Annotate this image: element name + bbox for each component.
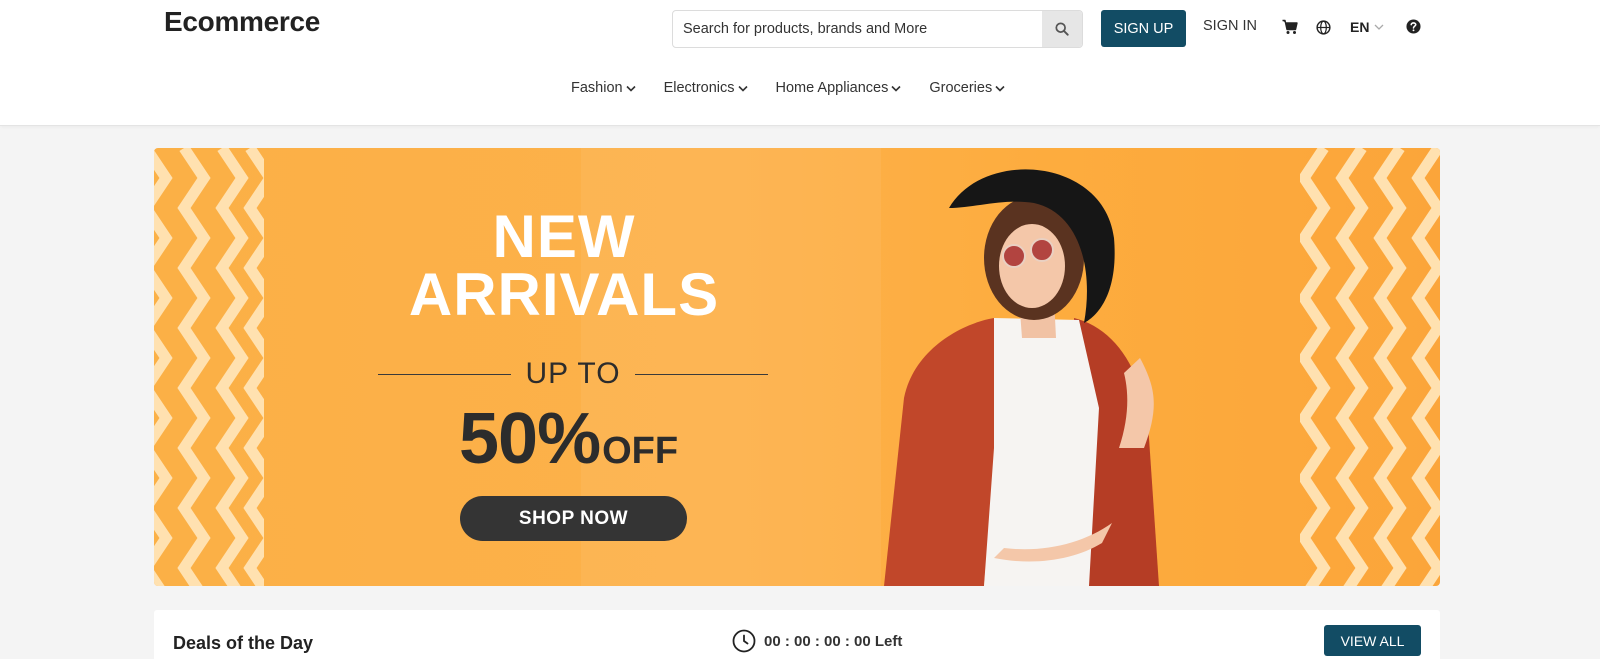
site-header: Ecommerce SIGN UP SIGN IN EN — [0, 0, 1600, 126]
divider-line — [634, 373, 769, 375]
help-button[interactable] — [1406, 19, 1421, 34]
deals-of-the-day-panel: Deals of the Day 00 : 00 : 00 : 00 Left … — [154, 610, 1440, 659]
discount-suffix: OFF — [602, 430, 679, 472]
cart-button[interactable] — [1282, 19, 1298, 35]
chevron-down-icon — [626, 85, 636, 92]
site-logo[interactable]: Ecommerce — [164, 6, 320, 38]
shop-now-button[interactable]: SHOP NOW — [460, 496, 687, 541]
zigzag-pattern-right — [1300, 148, 1440, 586]
search-icon — [1055, 22, 1069, 36]
nav-item-fashion[interactable]: Fashion — [571, 80, 636, 96]
headline-line-2: ARRIVALS — [408, 261, 720, 328]
banner-headline: NEW ARRIVALS — [354, 203, 774, 328]
upto-text: UP TO — [525, 357, 621, 390]
nav-item-label: Electronics — [663, 80, 735, 96]
discount-value: 50% — [459, 399, 601, 479]
language-selector[interactable]: EN — [1316, 19, 1384, 35]
view-all-button[interactable]: VIEW ALL — [1324, 625, 1421, 656]
help-icon — [1406, 19, 1421, 34]
nav-item-label: Groceries — [929, 80, 993, 96]
search-bar — [672, 10, 1083, 48]
upto-row: UP TO — [378, 356, 769, 392]
zigzag-pattern-left — [154, 148, 264, 586]
discount-text: 50% OFF — [459, 398, 678, 480]
search-input[interactable] — [673, 11, 1053, 47]
nav-item-electronics[interactable]: Electronics — [664, 80, 748, 96]
model-photo — [884, 169, 1159, 586]
countdown-text: 00 : 00 : 00 : 00 Left — [764, 632, 903, 650]
chevron-down-icon — [1374, 24, 1384, 30]
chevron-down-icon — [737, 85, 748, 92]
clock-icon — [732, 629, 756, 653]
hero-banner[interactable]: NEW ARRIVALS UP TO 50% OFF SHOP NOW — [154, 148, 1440, 586]
nav-item-label: Fashion — [571, 80, 623, 96]
category-nav: Fashion Electronics Home Appliances Groc… — [571, 80, 1005, 96]
cart-icon — [1282, 19, 1298, 34]
deals-countdown: 00 : 00 : 00 : 00 Left — [732, 629, 902, 653]
signup-button[interactable]: SIGN UP — [1101, 10, 1186, 47]
search-button[interactable] — [1042, 11, 1082, 47]
nav-item-label: Home Appliances — [775, 80, 889, 96]
deals-title: Deals of the Day — [173, 633, 314, 653]
language-label: EN — [1350, 19, 1370, 35]
nav-item-groceries[interactable]: Groceries — [929, 80, 1005, 96]
nav-item-home-appliances[interactable]: Home Appliances — [776, 80, 902, 96]
divider-line — [378, 373, 512, 375]
globe-icon — [1316, 19, 1331, 35]
headline-line-1: NEW — [492, 203, 636, 270]
signin-link[interactable]: SIGN IN — [1203, 18, 1257, 34]
chevron-down-icon — [995, 85, 1005, 92]
chevron-down-icon — [891, 85, 901, 92]
